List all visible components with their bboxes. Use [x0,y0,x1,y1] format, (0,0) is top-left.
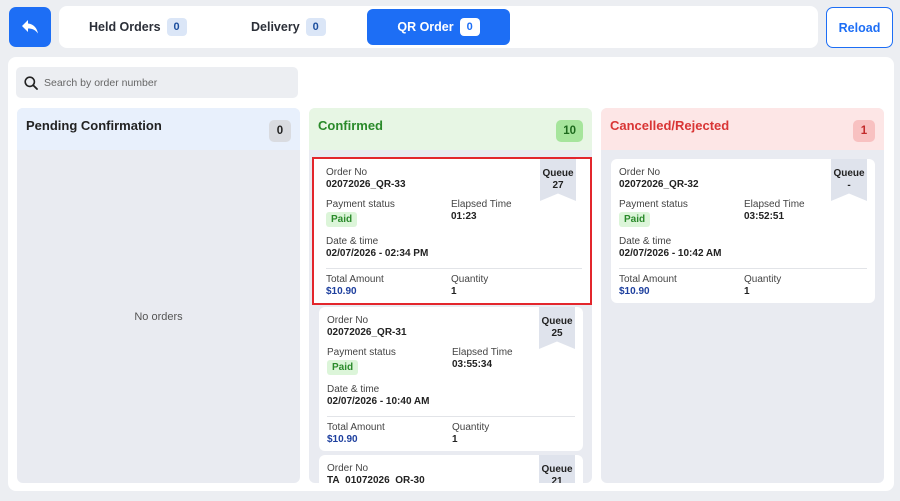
payment-status-label: Payment status [326,199,395,210]
confirmed-column: Confirmed 10 Queue 27 Order No 02072026_… [309,108,592,483]
tab-count-badge: 0 [305,18,326,36]
date-time-value: 02/07/2026 - 02:34 PM [326,248,429,259]
order-card[interactable]: Queue 21 Order No TA_01072026_QR-30 [319,455,583,483]
elapsed-time-value: 01:23 [451,211,477,222]
search-input[interactable] [44,76,284,89]
queue-number: - [847,180,851,191]
column-title: Confirmed [318,118,383,133]
queue-label: Queue [541,464,573,475]
queue-label: Queue [542,168,574,179]
total-amount-value: $10.90 [326,286,357,297]
date-time-label: Date & time [619,236,672,247]
queue-number: 27 [552,180,564,191]
tab-label: Delivery [251,20,300,34]
tab-label: QR Order [397,20,454,34]
reload-button[interactable]: Reload [826,7,893,48]
divider [326,268,582,269]
column-count-badge: 0 [269,120,291,142]
tab-label: Held Orders [89,20,161,34]
reply-arrow-icon [22,20,38,34]
queue-number: 25 [551,328,563,339]
tab-count-badge: 0 [459,18,480,36]
elapsed-time-label: Elapsed Time [452,347,513,358]
payment-status-badge: Paid [619,212,651,227]
column-title: Pending Confirmation [26,118,162,133]
date-time-label: Date & time [326,236,379,247]
elapsed-time-label: Elapsed Time [744,199,805,210]
order-card[interactable]: Queue - Order No 02072026_QR-32 Payment … [611,159,875,303]
quantity-value: 1 [451,286,457,297]
order-no-value: TA_01072026_QR-30 [327,475,425,483]
orders-board: Pending Confirmation 0 No orders Confirm… [8,57,894,491]
queue-badge: Queue 25 [539,307,575,349]
empty-state-text: No orders [134,311,183,323]
tab-qr-order[interactable]: QR Order 0 [367,9,510,45]
search-icon [24,75,38,90]
payment-status-label: Payment status [619,199,688,210]
date-time-label: Date & time [327,384,380,395]
quantity-label: Quantity [744,274,782,285]
date-time-value: 02/07/2026 - 10:42 AM [619,248,722,259]
pending-confirmation-column: Pending Confirmation 0 No orders [17,108,300,483]
elapsed-time-value: 03:52:51 [744,211,785,222]
queue-badge: Queue 21 [539,455,575,483]
queue-badge: Queue - [831,159,867,201]
column-count-badge: 1 [853,120,875,142]
order-card[interactable]: Queue 27 Order No 02072026_QR-33 Payment… [312,157,592,305]
queue-label: Queue [541,316,573,327]
search-bar [16,67,298,98]
divider [619,268,867,269]
order-no-label: Order No [327,315,369,326]
order-card[interactable]: Queue 25 Order No 02072026_QR-31 Payment… [319,307,583,451]
order-no-value: 02072026_QR-32 [619,179,699,190]
total-amount-label: Total Amount [619,274,677,285]
total-amount-label: Total Amount [326,274,384,285]
payment-status-label: Payment status [327,347,396,358]
quantity-value: 1 [744,286,750,297]
column-header: Confirmed 10 [309,108,592,150]
column-header: Pending Confirmation 0 [17,108,300,150]
tab-delivery[interactable]: Delivery 0 [251,9,326,45]
order-no-value: 02072026_QR-31 [327,327,407,338]
queue-label: Queue [833,168,865,179]
tab-held-orders[interactable]: Held Orders 0 [89,9,187,45]
payment-status-badge: Paid [326,212,358,227]
queue-number: 21 [551,476,563,483]
quantity-label: Quantity [452,422,490,433]
column-title: Cancelled/Rejected [610,118,730,133]
divider [327,416,575,417]
order-type-tabs: Held Orders 0 Delivery 0 QR Order 0 [59,6,818,48]
queue-badge: Queue 27 [540,159,576,201]
back-button[interactable] [9,7,51,47]
quantity-value: 1 [452,434,458,445]
order-no-label: Order No [619,167,661,178]
order-no-label: Order No [327,463,369,474]
payment-status-badge: Paid [327,360,359,375]
column-header: Cancelled/Rejected 1 [601,108,884,150]
total-amount-label: Total Amount [327,422,385,433]
column-count-badge: 10 [556,120,583,142]
elapsed-time-label: Elapsed Time [451,199,512,210]
tab-count-badge: 0 [166,18,187,36]
date-time-value: 02/07/2026 - 10:40 AM [327,396,430,407]
elapsed-time-value: 03:55:34 [452,359,493,370]
total-amount-value: $10.90 [327,434,358,445]
quantity-label: Quantity [451,274,489,285]
cancelled-rejected-column: Cancelled/Rejected 1 Queue - Order No 02… [601,108,884,483]
total-amount-value: $10.90 [619,286,650,297]
